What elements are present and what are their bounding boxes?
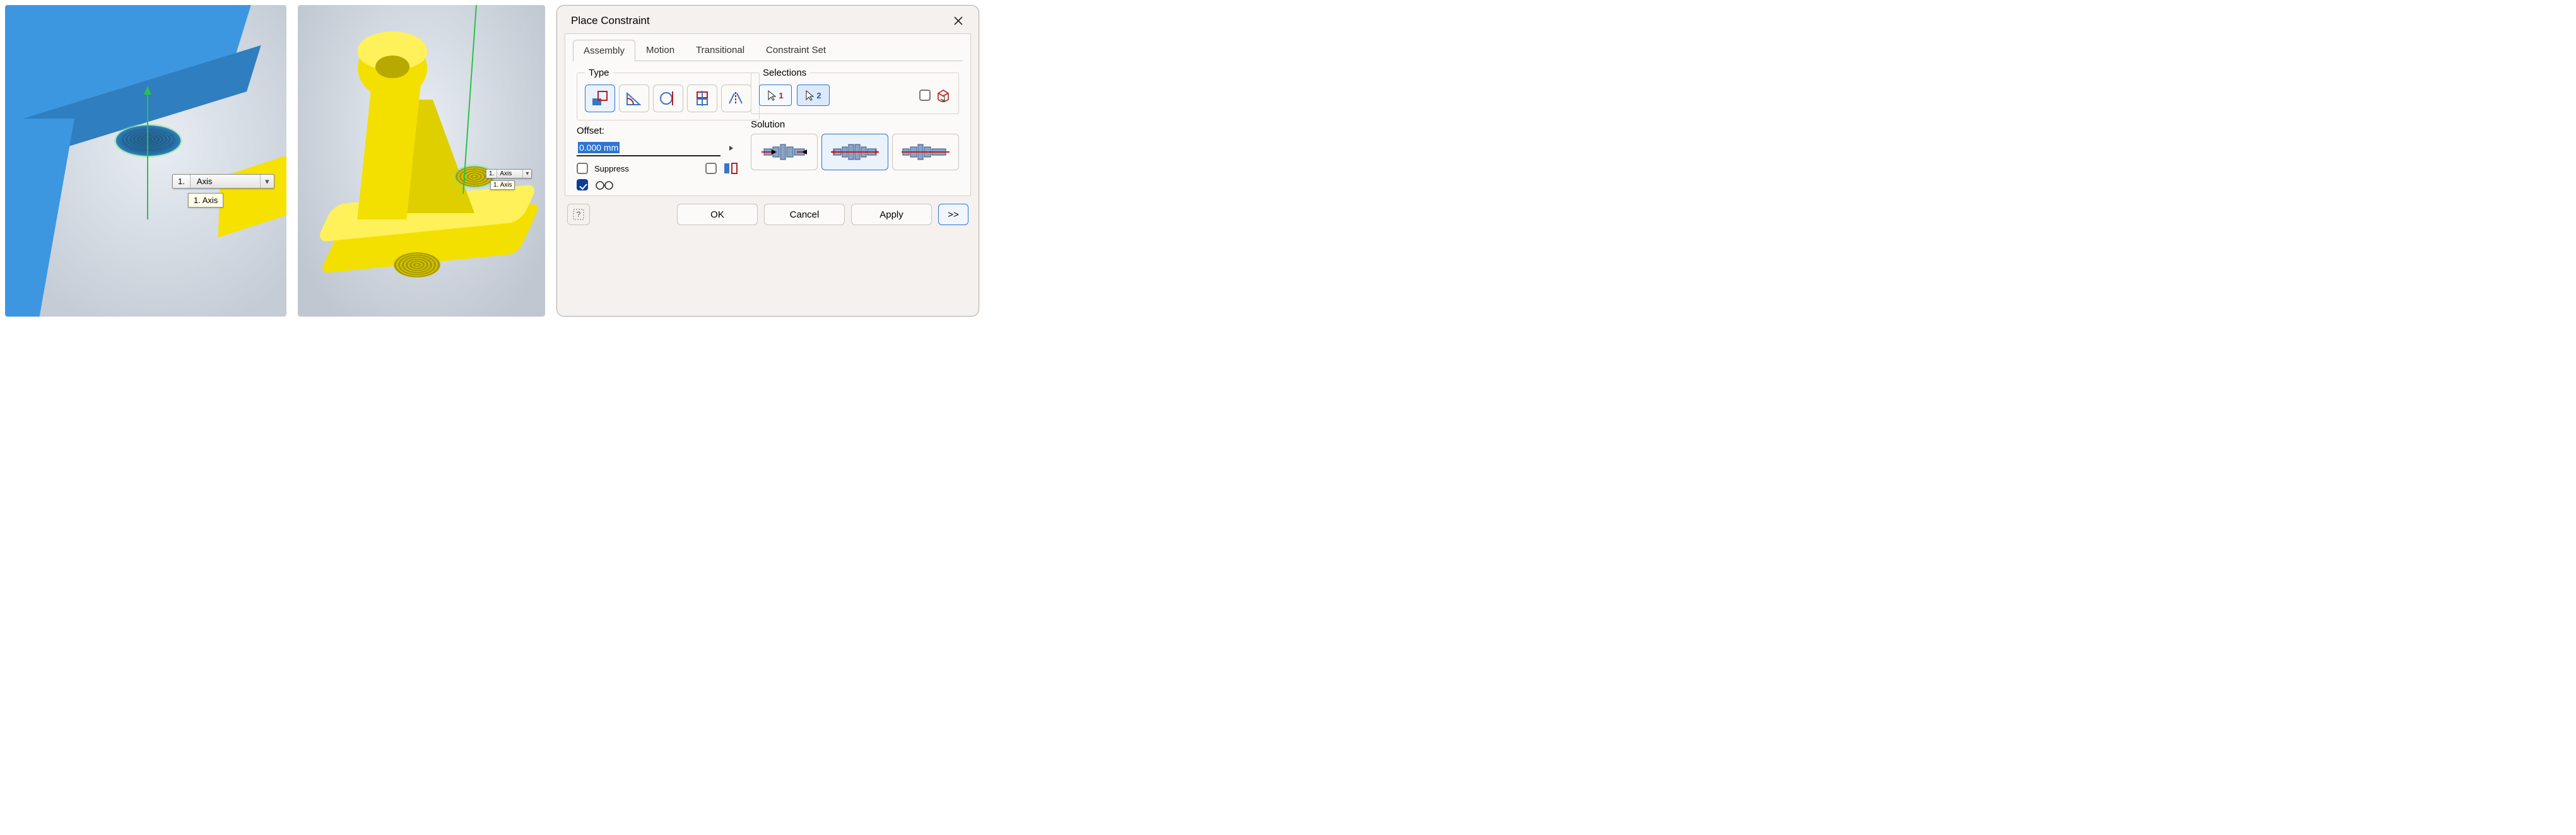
tooltip-number: 1. (194, 196, 201, 205)
solution-label: Solution (751, 119, 959, 130)
chevron-down-icon[interactable]: ▾ (260, 175, 274, 188)
tab-constraint-set[interactable]: Constraint Set (755, 39, 837, 61)
apply-button[interactable]: Apply (851, 204, 932, 225)
tooltip-number: 1. (493, 182, 498, 189)
solution-undirected[interactable] (892, 134, 959, 170)
chevron-down-icon[interactable]: ▾ (522, 170, 531, 178)
tooltip-label: Axis (203, 196, 218, 205)
viewport-1[interactable]: 1. Axis ▾ 1. Axis (5, 5, 286, 317)
expand-button[interactable]: >> (938, 204, 968, 225)
selection-number: 1. (486, 170, 497, 178)
offset-value: 0.000 mm (578, 142, 620, 153)
mate-icon (591, 90, 609, 107)
selections-label: Selections (759, 67, 810, 78)
selection-1-button[interactable]: 1 (759, 85, 792, 106)
solution-undirected-icon (900, 139, 951, 165)
limits-checkbox[interactable] (705, 163, 717, 174)
constraint-type-mate[interactable] (585, 85, 615, 112)
close-icon (953, 16, 963, 26)
insert-icon (693, 90, 712, 107)
tab-motion[interactable]: Motion (635, 39, 685, 61)
type-group: Type (577, 67, 760, 120)
suppress-label: Suppress (594, 164, 629, 173)
close-button[interactable] (950, 13, 967, 28)
cancel-button[interactable]: Cancel (764, 204, 845, 225)
constraint-type-insert[interactable] (687, 85, 717, 112)
help-icon: ? (573, 209, 584, 220)
type-label: Type (585, 67, 613, 78)
suppress-checkbox[interactable] (577, 163, 588, 174)
blue-part-front-face[interactable] (5, 119, 74, 317)
selection-dropdown[interactable]: 1. Axis ▾ (172, 174, 274, 189)
yellow-bracket-eye-bore[interactable] (375, 55, 409, 78)
selection-1-number: 1 (779, 91, 783, 100)
selection-tooltip: 1. Axis (188, 193, 223, 207)
solution-aligned[interactable] (821, 134, 888, 170)
yellow-bracket-threaded-hole-2[interactable] (394, 252, 440, 277)
symmetry-icon (727, 90, 746, 107)
selection-label: Axis (497, 170, 522, 178)
tab-assembly[interactable]: Assembly (573, 40, 635, 61)
selection-number: 1. (173, 175, 191, 188)
selection-dropdown[interactable]: 1. Axis ▾ (486, 169, 532, 178)
yellow-part-corner[interactable] (218, 150, 286, 238)
chevron-right-icon (728, 145, 734, 151)
place-constraint-dialog: Place Constraint Assembly Motion Transit… (556, 5, 979, 317)
selection-2-button[interactable]: 2 (797, 85, 830, 106)
tangent-icon (659, 90, 678, 107)
dialog-title: Place Constraint (571, 15, 650, 27)
dialog-titlebar[interactable]: Place Constraint (557, 6, 979, 33)
offset-label: Offset: (577, 126, 739, 136)
selection-label: Axis (191, 175, 260, 188)
help-button[interactable]: ? (567, 204, 590, 225)
tab-bar: Assembly Motion Transitional Constraint … (565, 34, 970, 61)
offset-flyout-button[interactable] (723, 141, 739, 155)
dialog-content: Type (565, 61, 970, 193)
tooltip-label: Axis (500, 182, 512, 189)
axis-arrow-icon (144, 86, 151, 95)
dialog-body: Assembly Motion Transitional Constraint … (565, 33, 971, 196)
selections-group: Selections 1 2 (751, 67, 959, 114)
selection-2-number: 2 (816, 91, 821, 100)
tab-transitional[interactable]: Transitional (685, 39, 755, 61)
constraint-type-tangent[interactable] (653, 85, 683, 112)
angle-icon (625, 90, 644, 107)
pick-part-cube-icon (936, 88, 951, 102)
viewport-2[interactable]: 1. Axis ▾ 1. Axis (298, 5, 545, 317)
solution-aligned-icon (830, 139, 880, 165)
cursor-icon (805, 90, 814, 101)
solution-opposed[interactable] (751, 134, 818, 170)
cursor-icon (767, 90, 776, 101)
preview-checkbox[interactable] (577, 179, 588, 190)
solution-opposed-icon (759, 139, 809, 165)
axis-indicator-line[interactable] (147, 93, 148, 219)
constraint-type-symmetry[interactable] (721, 85, 751, 112)
dialog-footer: ? OK Cancel Apply >> (557, 196, 979, 233)
limits-icon (723, 161, 739, 175)
constraint-type-angle[interactable] (619, 85, 649, 112)
offset-input[interactable]: 0.000 mm (577, 140, 720, 156)
ok-button[interactable]: OK (677, 204, 758, 225)
glasses-icon (594, 179, 615, 190)
blue-part-threaded-hole[interactable] (115, 125, 181, 156)
selection-tooltip: 1. Axis (490, 180, 515, 190)
svg-text:?: ? (577, 210, 581, 219)
pick-part-first-checkbox[interactable] (919, 90, 931, 101)
